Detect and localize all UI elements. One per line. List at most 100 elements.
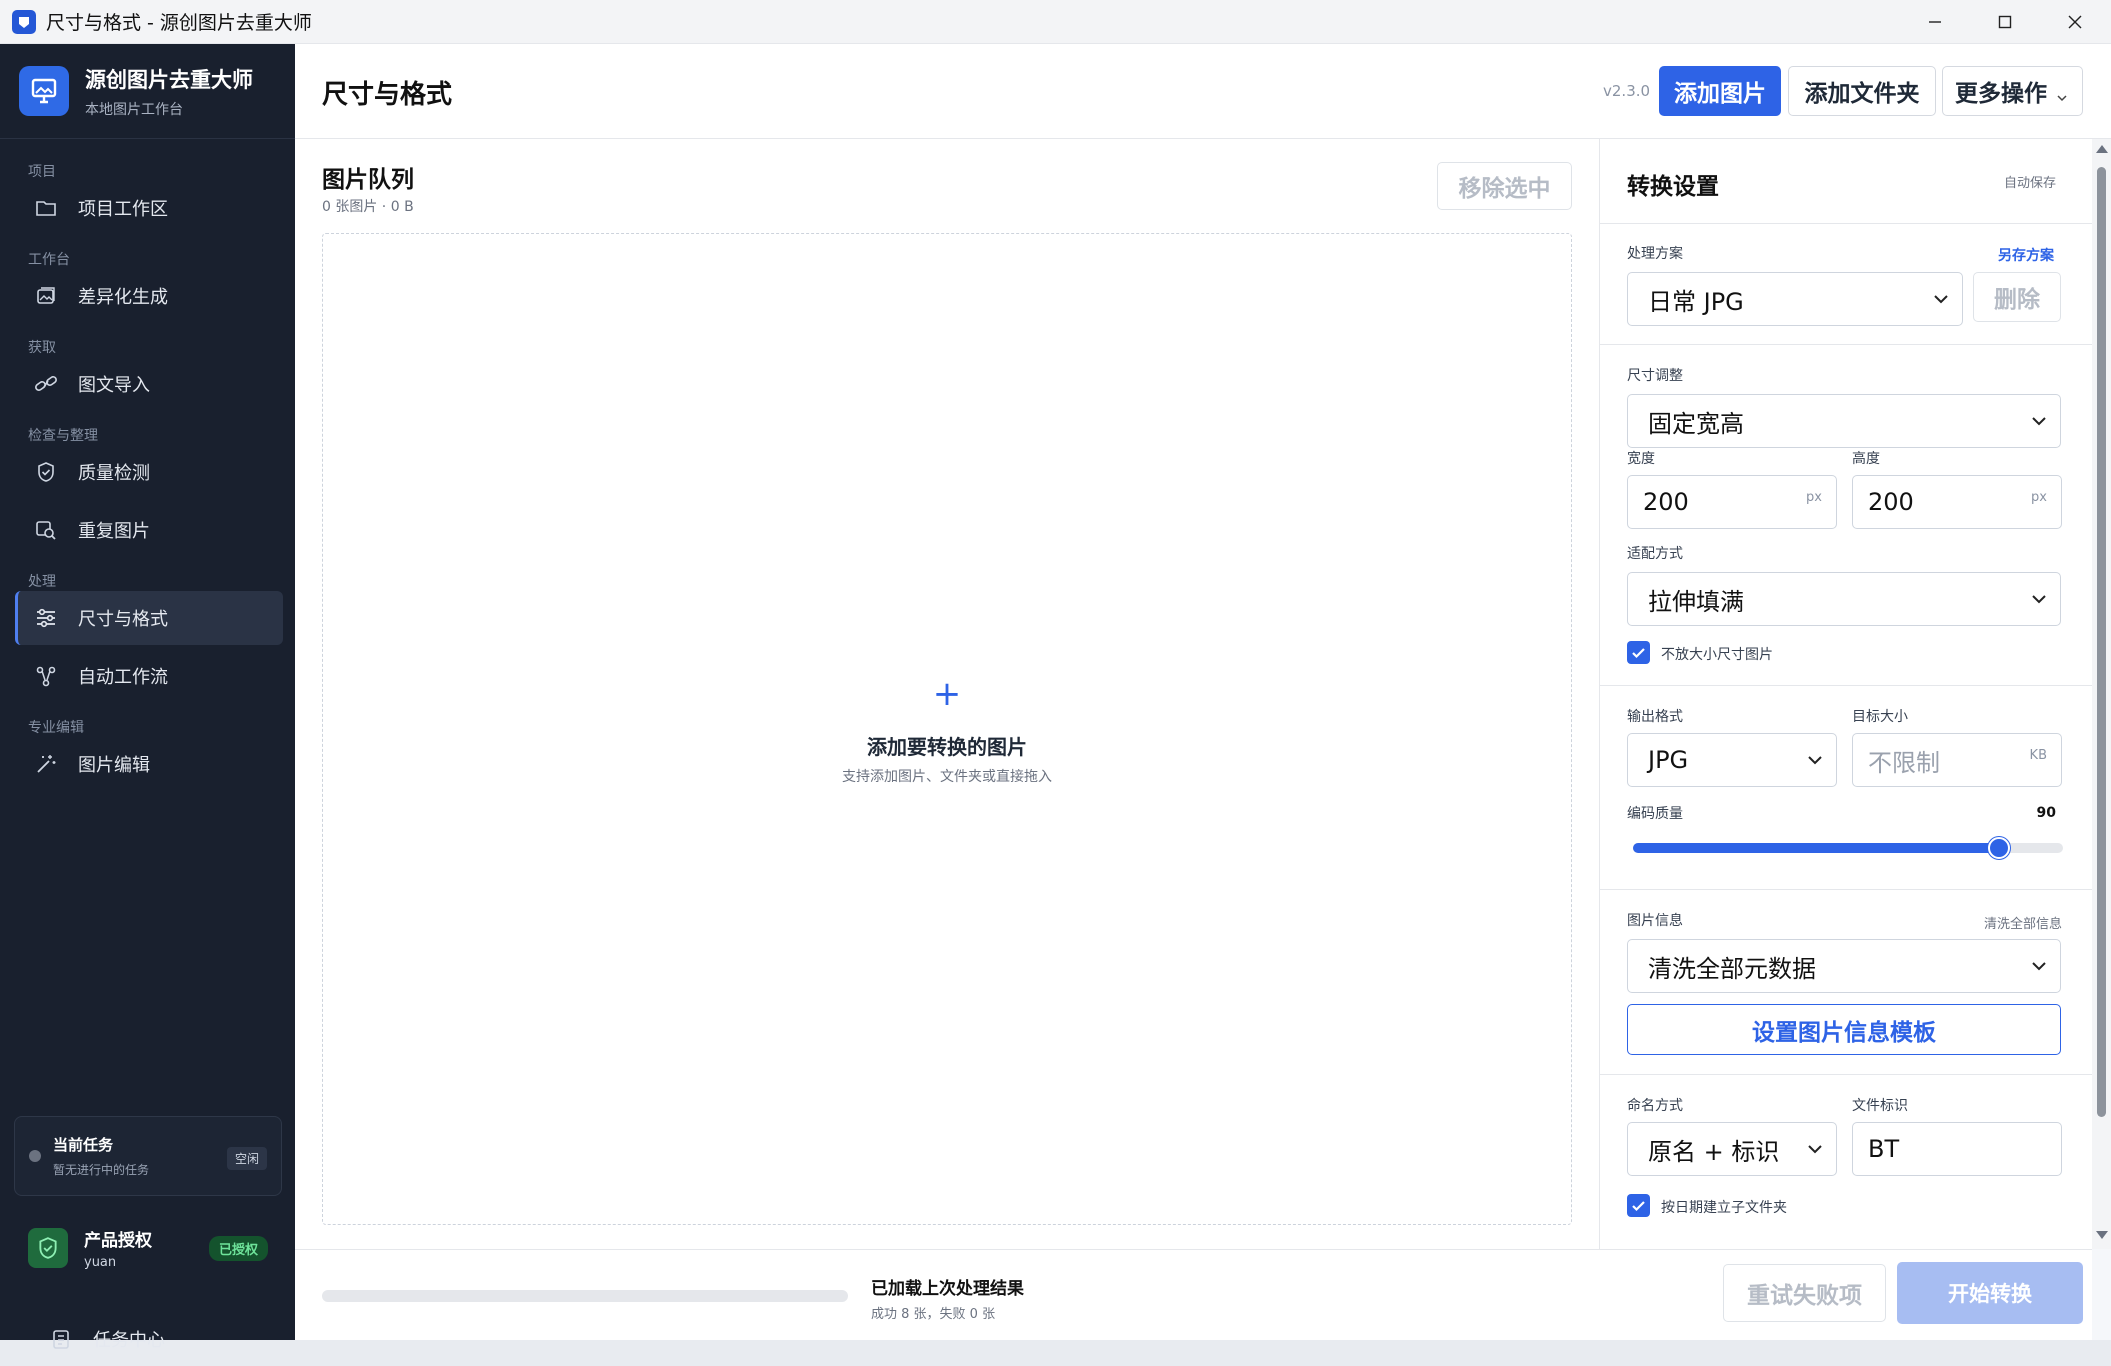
sidebar-item-diff-generate[interactable]: 差异化生成 xyxy=(15,269,283,323)
resize-label: 尺寸调整 xyxy=(1627,368,1683,384)
license-title: 产品授权 xyxy=(84,1231,152,1251)
scroll-down-icon[interactable] xyxy=(2096,1231,2108,1239)
maximize-button[interactable] xyxy=(1970,0,2040,44)
meta-select[interactable]: 清洗全部元数据 xyxy=(1627,939,2061,993)
chevron-down-icon xyxy=(2032,962,2046,971)
shield-check-icon xyxy=(28,1228,68,1268)
section-label: 处理 xyxy=(28,574,56,590)
sidebar-item-size-format[interactable]: 尺寸与格式 xyxy=(15,591,283,645)
drop-zone[interactable]: + 添加要转换的图片 支持添加图片、文件夹或直接拖入 xyxy=(322,233,1572,1225)
fit-select[interactable]: 拉伸填满 xyxy=(1627,572,2061,626)
height-input[interactable]: 200 px xyxy=(1852,475,2062,529)
license-badge: 已授权 xyxy=(208,1236,268,1261)
sliders-icon xyxy=(34,606,58,630)
chevron-down-icon xyxy=(2032,595,2046,604)
magic-wand-icon xyxy=(34,752,58,776)
sidebar-item-duplicates[interactable]: 重复图片 xyxy=(15,503,283,557)
scrollbar-thumb[interactable] xyxy=(2097,167,2106,1117)
remove-selected-button[interactable]: 移除选中 xyxy=(1437,162,1572,210)
meta-template-button[interactable]: 设置图片信息模板 xyxy=(1627,1004,2061,1055)
sidebar-item-task-center[interactable]: 任务中心 xyxy=(30,1312,298,1366)
add-folder-button[interactable]: 添加文件夹 xyxy=(1788,66,1936,116)
delete-preset-button[interactable]: 删除 xyxy=(1973,272,2061,322)
more-actions-label: 更多操作 xyxy=(1955,81,2047,107)
sidebar-item-label: 尺寸与格式 xyxy=(78,609,168,630)
format-select[interactable]: JPG xyxy=(1627,733,1837,787)
quality-value: 90 xyxy=(2036,805,2056,821)
height-unit: px xyxy=(2031,490,2047,505)
more-actions-button[interactable]: 更多操作 xyxy=(1942,66,2083,116)
brand-name: 源创图片去重大师 xyxy=(85,67,253,92)
status-detail: 成功 8 张，失败 0 张 xyxy=(871,1307,996,1322)
sidebar-item-quality-check[interactable]: 质量检测 xyxy=(15,445,283,499)
naming-value: 原名 + 标识 xyxy=(1648,1137,1780,1166)
sidebar-item-project-workspace[interactable]: 项目工作区 xyxy=(15,181,283,235)
current-task-subtitle: 暂无进行中的任务 xyxy=(53,1163,150,1177)
format-label: 输出格式 xyxy=(1627,709,1683,725)
divider xyxy=(1600,1074,2092,1075)
settings-scrollbar[interactable] xyxy=(2092,139,2111,1249)
app-window: 尺寸与格式 - 源创图片去重大师 源创图片去重大师 本地图片工作台 项目 项目工… xyxy=(0,0,2111,1351)
chevron-down-icon xyxy=(2032,417,2046,426)
divider xyxy=(1600,889,2092,890)
sidebar-item-label: 图片编辑 xyxy=(78,755,150,776)
no-upscale-checkbox[interactable] xyxy=(1627,641,1650,664)
current-task-card[interactable]: 当前任务 暂无进行中的任务 空闲 xyxy=(14,1116,282,1196)
brand-logo-icon xyxy=(19,66,69,116)
sidebar-item-label: 自动工作流 xyxy=(78,667,168,688)
page-title: 尺寸与格式 xyxy=(322,80,453,110)
link-icon xyxy=(34,372,58,396)
save-preset-link[interactable]: 另存方案 xyxy=(1998,245,2054,265)
image-icon xyxy=(34,284,58,308)
tag-input[interactable]: BT xyxy=(1852,1122,2062,1176)
scroll-up-icon[interactable] xyxy=(2096,145,2108,153)
add-image-button[interactable]: 添加图片 xyxy=(1659,66,1781,116)
target-size-label: 目标大小 xyxy=(1852,709,1908,725)
chevron-down-icon xyxy=(1934,295,1948,304)
section-label: 工作台 xyxy=(28,252,70,268)
resize-select[interactable]: 固定宽高 xyxy=(1627,394,2061,448)
clipboard-icon xyxy=(49,1327,73,1351)
conversion-settings-panel: 转换设置 自动保存 处理方案 另存方案 日常 JPG 删除 尺寸调整 固定宽高 … xyxy=(1599,139,2092,1249)
section-label: 获取 xyxy=(28,340,56,356)
width-label: 宽度 xyxy=(1627,451,1655,467)
start-convert-button[interactable]: 开始转换 xyxy=(1897,1262,2083,1324)
window-title: 尺寸与格式 - 源创图片去重大师 xyxy=(46,12,312,34)
retry-failed-button[interactable]: 重试失败项 xyxy=(1723,1264,1886,1322)
chevron-down-icon xyxy=(1808,756,1822,765)
title-bar: 尺寸与格式 - 源创图片去重大师 xyxy=(0,0,2111,44)
minimize-button[interactable] xyxy=(1900,0,1970,44)
naming-select[interactable]: 原名 + 标识 xyxy=(1627,1122,1837,1176)
sidebar-item-auto-workflow[interactable]: 自动工作流 xyxy=(15,649,283,703)
bottom-bar: 已加载上次处理结果 成功 8 张，失败 0 张 重试失败项 开始转换 xyxy=(295,1249,2092,1340)
tag-value: BT xyxy=(1868,1135,1900,1163)
height-label: 高度 xyxy=(1852,451,1880,467)
sidebar-item-label: 重复图片 xyxy=(78,521,150,542)
search-image-icon xyxy=(34,518,58,542)
preset-select[interactable]: 日常 JPG xyxy=(1627,272,1963,326)
sidebar-item-import[interactable]: 图文导入 xyxy=(15,357,283,411)
section-label: 检查与整理 xyxy=(28,428,98,444)
target-size-input[interactable]: 不限制 KB xyxy=(1852,733,2062,787)
sidebar-item-label: 差异化生成 xyxy=(78,287,168,308)
tag-label: 文件标识 xyxy=(1852,1098,1908,1114)
target-size-placeholder: 不限制 xyxy=(1868,748,1940,777)
naming-label: 命名方式 xyxy=(1627,1098,1683,1114)
sidebar: 源创图片去重大师 本地图片工作台 项目 项目工作区 工作台 差异化生成 获取 图… xyxy=(0,44,295,1351)
date-folder-checkbox[interactable] xyxy=(1627,1194,1650,1217)
chevron-down-icon xyxy=(1808,1145,1822,1154)
no-upscale-label: 不放大小尺寸图片 xyxy=(1661,647,1773,663)
slider-thumb[interactable] xyxy=(1988,837,2010,859)
close-button[interactable] xyxy=(2040,0,2110,44)
resize-value: 固定宽高 xyxy=(1648,409,1744,438)
shield-icon xyxy=(34,460,58,484)
queue-summary: 0 张图片 · 0 B xyxy=(322,199,414,215)
sidebar-item-image-edit[interactable]: 图片编辑 xyxy=(15,737,283,791)
license-card[interactable]: 产品授权 yuan 已授权 xyxy=(14,1208,282,1288)
width-input[interactable]: 200 px xyxy=(1627,475,1837,529)
divider xyxy=(1600,685,2092,686)
meta-hint: 清洗全部信息 xyxy=(1983,917,2062,932)
quality-slider[interactable] xyxy=(1633,837,2063,859)
folder-icon xyxy=(34,196,58,220)
slider-fill xyxy=(1633,843,1999,853)
